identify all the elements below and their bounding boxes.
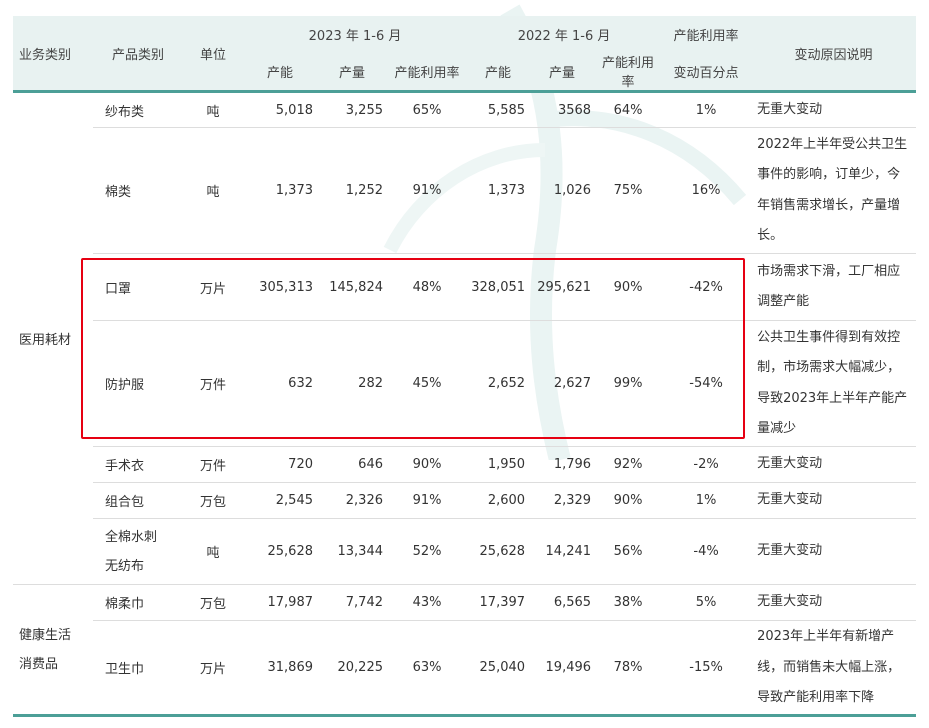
header-business-category: 业务类别 <box>13 16 93 93</box>
output-2022: 6,565 <box>529 584 596 621</box>
capacity-2023: 17,987 <box>243 584 317 621</box>
output-2023: 2,326 <box>317 482 387 519</box>
unit: 万包 <box>183 584 243 621</box>
product-name: 卫生巾 <box>105 662 145 678</box>
table-row: 健康生活消费品 棉柔巾 万包 17,987 7,742 43% 17,397 6… <box>13 584 917 672</box>
change-reason: 无重大变动 <box>751 446 917 483</box>
change-reason: 无重大变动 <box>751 482 917 519</box>
output-2023: 1,252 <box>317 127 387 254</box>
output-2022: 14,241 <box>529 518 596 585</box>
utilization-2023: 91% <box>387 127 468 254</box>
utilization-2023: 91% <box>387 482 468 519</box>
change-reason: 无重大变动 <box>751 91 917 128</box>
change-reason: 无重大变动 <box>751 584 917 621</box>
table-row: 全棉水刺无纺布 吨 25,628 13,344 52% 25,628 14,24… <box>13 518 917 585</box>
change-reason: 公共卫生事件得到有效控制，市场需求大幅减少，导致2023年上半年产能产量减少 <box>751 320 917 447</box>
output-2022: 2,329 <box>529 482 596 519</box>
capacity-2023: 31,869 <box>267 660 314 676</box>
output-2022: 3568 <box>529 91 596 128</box>
header-row-1: 业务类别 产品类别 单位 2023 年 1-6 月 2022 年 1-6 月 产… <box>13 16 917 93</box>
capacity-2022: 25,628 <box>467 518 530 585</box>
header-utilization-2023: 产能利用率 <box>387 52 468 93</box>
table-bottom-rule <box>13 714 916 717</box>
output-2023: 7,742 <box>317 584 387 621</box>
unit: 万件 <box>183 446 243 483</box>
header-util-change-line1: 产能利用率 <box>661 16 752 52</box>
utilization-2022: 78% <box>613 660 643 676</box>
change-reason: 2022年上半年受公共卫生事件的影响，订单少，今年销售需求增长，产量增长。 <box>751 127 917 254</box>
capacity-2022: 1,950 <box>467 446 530 483</box>
output-2022: 1,796 <box>529 446 596 483</box>
product-name: 棉柔巾 <box>93 584 183 621</box>
utilization-change: 5% <box>661 584 752 621</box>
unit: 吨 <box>183 127 243 254</box>
table-row: 棉类 吨 1,373 1,252 91% 1,373 1,026 75% 16%… <box>13 127 917 254</box>
header-period-2022: 2022 年 1-6 月 <box>467 16 662 52</box>
utilization-2023: 65% <box>387 91 468 128</box>
utilization-2022: 92% <box>595 446 662 483</box>
change-reason: 2023年上半年有新增产线，而销售未大幅上涨，导致产能利用率下降 <box>757 629 901 705</box>
utilization-2022: 38% <box>595 584 662 621</box>
header-capacity-2022: 产能 <box>467 52 530 93</box>
table-row: 手术衣 万件 720 646 90% 1,950 1,796 92% -2% 无… <box>13 446 917 483</box>
output-2023: 20,225 <box>337 660 384 676</box>
utilization-change: -15% <box>689 660 723 676</box>
output-2023: 3,255 <box>317 91 387 128</box>
product-name: 组合包 <box>93 482 183 519</box>
change-reason: 市场需求下滑，工厂相应调整产能 <box>751 253 917 321</box>
header-unit: 单位 <box>183 16 243 93</box>
header-utilization-2022: 产能利用率 <box>595 52 662 93</box>
header-util-change-line2: 变动百分点 <box>661 52 752 93</box>
utilization-2023: 52% <box>387 518 468 585</box>
unit: 万片 <box>199 662 226 678</box>
product-name: 棉类 <box>93 127 183 254</box>
capacity-2022: 25,040 <box>479 660 526 676</box>
utilization-change: -4% <box>661 518 752 585</box>
header-product-category: 产品类别 <box>93 16 183 93</box>
utilization-2023: 43% <box>387 584 468 621</box>
utilization-2022: 90% <box>595 482 662 519</box>
output-2022: 1,026 <box>529 127 596 254</box>
output-2022: 19,496 <box>545 660 592 676</box>
header-output-2022: 产量 <box>529 52 596 93</box>
table-row: 卫生巾 万片 31,869 20,225 63% 25,040 19,496 7… <box>13 621 916 715</box>
group-health-consumer-products: 健康生活消费品 <box>19 627 72 672</box>
capacity-2022: 2,600 <box>467 482 530 519</box>
utilization-2023: 90% <box>387 446 468 483</box>
header-reason: 变动原因说明 <box>751 16 917 93</box>
unit: 万包 <box>183 482 243 519</box>
capacity-2023: 1,373 <box>243 127 317 254</box>
highlight-box <box>81 258 745 439</box>
capacity-2022: 17,397 <box>467 584 530 621</box>
utilization-2023: 63% <box>412 660 442 676</box>
capacity-2022: 1,373 <box>467 127 530 254</box>
header-output-2023: 产量 <box>317 52 387 93</box>
capacity-2023: 5,018 <box>243 91 317 128</box>
utilization-change: -2% <box>661 446 752 483</box>
utilization-2022: 56% <box>595 518 662 585</box>
product-name: 手术衣 <box>93 446 183 483</box>
header-capacity-2023: 产能 <box>243 52 317 93</box>
utilization-change: 1% <box>661 482 752 519</box>
header-period-2023: 2023 年 1-6 月 <box>243 16 468 52</box>
output-2023: 13,344 <box>317 518 387 585</box>
change-reason: 无重大变动 <box>751 518 917 585</box>
unit: 吨 <box>183 518 243 585</box>
capacity-2023: 2,545 <box>243 482 317 519</box>
capacity-2023: 25,628 <box>243 518 317 585</box>
capacity-2023: 720 <box>243 446 317 483</box>
table-row: 组合包 万包 2,545 2,326 91% 2,600 2,329 90% 1… <box>13 482 917 519</box>
utilization-change: 16% <box>661 127 752 254</box>
table-row: 医用耗材 纱布类 吨 5,018 3,255 65% 5,585 3568 64… <box>13 91 917 585</box>
unit: 吨 <box>183 91 243 128</box>
utilization-2022: 75% <box>595 127 662 254</box>
capacity-2022: 5,585 <box>467 91 530 128</box>
output-2023: 646 <box>317 446 387 483</box>
utilization-2022: 64% <box>595 91 662 128</box>
utilization-change: 1% <box>661 91 752 128</box>
product-name: 纱布类 <box>93 91 183 128</box>
product-name: 全棉水刺无纺布 <box>93 518 183 585</box>
